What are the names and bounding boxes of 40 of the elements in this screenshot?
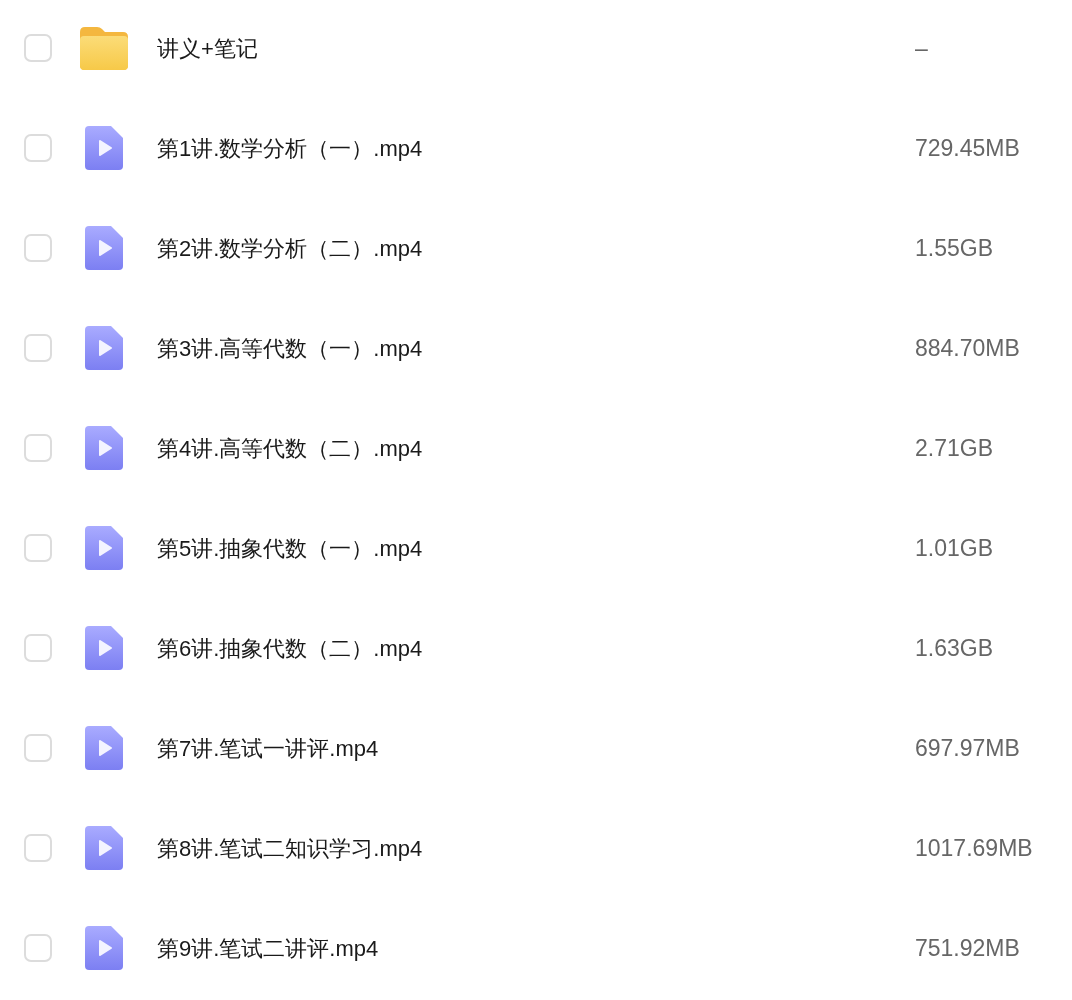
checkbox[interactable] bbox=[24, 34, 52, 62]
file-name[interactable]: 第1讲.数学分析（一）.mp4 bbox=[157, 131, 857, 165]
checkbox[interactable] bbox=[24, 434, 52, 462]
file-size: – bbox=[915, 33, 928, 63]
file-name[interactable]: 第2讲.数学分析（二）.mp4 bbox=[157, 231, 857, 265]
file-name[interactable]: 第5讲.抽象代数（一）.mp4 bbox=[157, 531, 857, 565]
checkbox[interactable] bbox=[24, 334, 52, 362]
file-name[interactable]: 第3讲.高等代数（一）.mp4 bbox=[157, 331, 857, 365]
file-size: 1.01GB bbox=[915, 533, 993, 563]
checkbox[interactable] bbox=[24, 634, 52, 662]
file-name[interactable]: 第8讲.笔试二知识学习.mp4 bbox=[157, 831, 857, 865]
file-size: 751.92MB bbox=[915, 933, 1020, 963]
video-file-icon bbox=[85, 326, 123, 370]
video-file-icon bbox=[85, 526, 123, 570]
file-size: 1017.69MB bbox=[915, 833, 1033, 863]
file-name[interactable]: 第4讲.高等代数（二）.mp4 bbox=[157, 431, 857, 465]
video-file-icon bbox=[85, 726, 123, 770]
file-name[interactable]: 第7讲.笔试一讲评.mp4 bbox=[157, 731, 857, 765]
file-size: 697.97MB bbox=[915, 733, 1020, 763]
file-name[interactable]: 第9讲.笔试二讲评.mp4 bbox=[157, 931, 857, 965]
file-name[interactable]: 第6讲.抽象代数（二）.mp4 bbox=[157, 631, 857, 665]
checkbox[interactable] bbox=[24, 834, 52, 862]
file-size: 2.71GB bbox=[915, 433, 993, 463]
folder-icon bbox=[80, 26, 128, 70]
video-file-icon bbox=[85, 826, 123, 870]
file-size: 884.70MB bbox=[915, 333, 1020, 363]
checkbox[interactable] bbox=[24, 734, 52, 762]
file-name[interactable]: 讲义+笔记 bbox=[157, 31, 857, 65]
video-file-icon bbox=[85, 426, 123, 470]
video-file-icon bbox=[85, 926, 123, 970]
file-size: 729.45MB bbox=[915, 133, 1020, 163]
video-file-icon bbox=[85, 226, 123, 270]
checkbox[interactable] bbox=[24, 134, 52, 162]
checkbox[interactable] bbox=[24, 234, 52, 262]
file-size: 1.63GB bbox=[915, 633, 993, 663]
file-size: 1.55GB bbox=[915, 233, 993, 263]
video-file-icon bbox=[85, 626, 123, 670]
checkbox[interactable] bbox=[24, 934, 52, 962]
checkbox[interactable] bbox=[24, 534, 52, 562]
video-file-icon bbox=[85, 126, 123, 170]
